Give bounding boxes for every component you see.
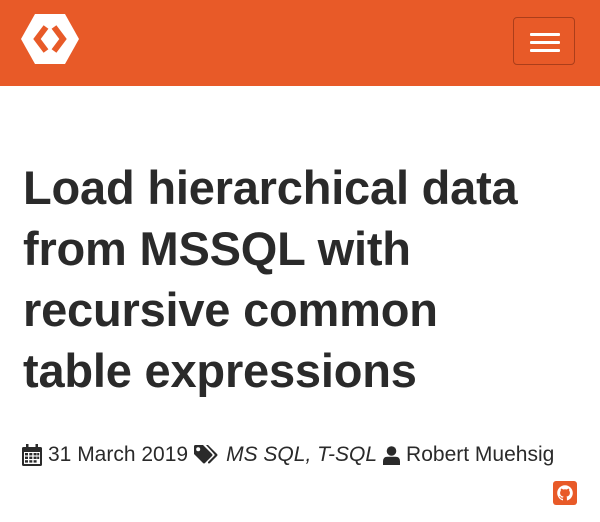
tag-link-t-sql[interactable]: T-SQL	[317, 440, 377, 470]
user-icon	[383, 445, 401, 465]
title-line: Load hierarchical data	[23, 161, 518, 214]
title-line: table expressions	[23, 344, 417, 397]
hamburger-bar	[530, 41, 560, 44]
title-line: from MSSQL with	[23, 222, 411, 275]
menu-toggle-button[interactable]	[513, 17, 575, 65]
navbar	[0, 0, 600, 86]
github-icon[interactable]	[553, 481, 577, 505]
hamburger-bar	[530, 49, 560, 52]
article-meta: 31 March 2019 MS SQL , T-SQL Robert Mueh…	[22, 440, 592, 470]
post-date: 31 March 2019	[48, 443, 189, 466]
page: Load hierarchical data from MSSQL with r…	[0, 0, 600, 522]
hamburger-menu-icon	[530, 33, 560, 36]
tags-icon	[194, 445, 218, 464]
tag-link-ms-sql[interactable]: MS SQL	[226, 440, 305, 470]
tag-separator: ,	[305, 443, 318, 466]
calendar-icon	[22, 444, 42, 466]
article-title: Load hierarchical data from MSSQL with r…	[23, 157, 583, 401]
author-name: Robert Muehsig	[406, 443, 555, 466]
hexagon-chevrons-logo-icon[interactable]	[21, 14, 79, 64]
title-line: recursive common	[23, 283, 438, 336]
